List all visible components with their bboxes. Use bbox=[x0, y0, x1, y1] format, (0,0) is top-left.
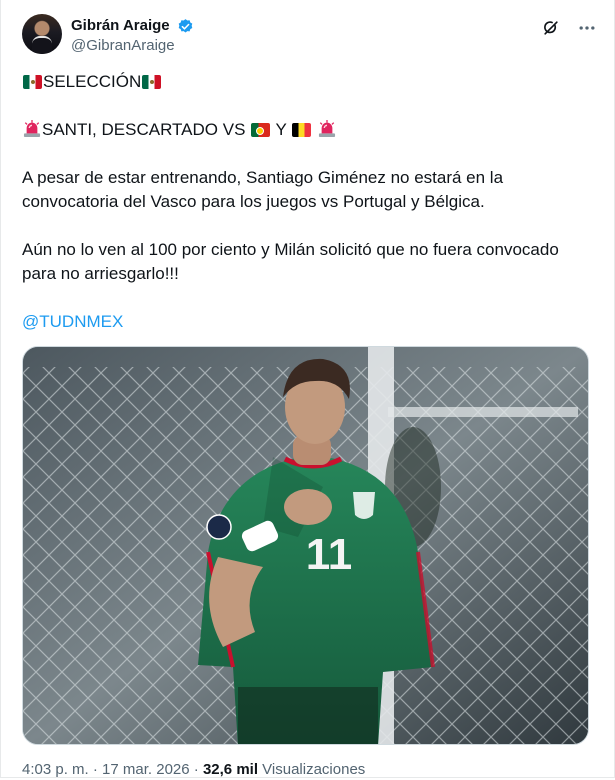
tweet-time[interactable]: 4:03 p. m. bbox=[22, 761, 89, 778]
tweet-text: SELECCIÓN SANTI, DESCARTADO VS Y A pesar… bbox=[22, 70, 592, 334]
tweet-photo[interactable]: 11 bbox=[22, 346, 589, 745]
author-handle[interactable]: @GibranAraige bbox=[71, 36, 194, 56]
avatar[interactable] bbox=[22, 14, 62, 54]
seleccion-label: SELECCIÓN bbox=[43, 72, 142, 91]
flag-mexico-icon bbox=[23, 75, 42, 89]
meta-separator: · bbox=[92, 761, 98, 778]
flag-portugal-icon bbox=[251, 123, 271, 137]
flag-mexico-icon bbox=[142, 75, 162, 89]
tweet-paragraph-2: Aún no lo ven al 100 por ciento y Milán … bbox=[22, 240, 564, 283]
author-display-name[interactable]: Gibrán Araige bbox=[71, 16, 170, 36]
player-photo: 11 bbox=[23, 347, 588, 744]
views-count: 32,6 mil bbox=[202, 761, 258, 778]
tweet-paragraph-1: A pesar de estar entrenando, Santiago Gi… bbox=[22, 168, 508, 211]
conjunction-y: Y bbox=[271, 120, 292, 139]
more-options-icon[interactable] bbox=[577, 18, 597, 38]
tweet-line-seleccion: SELECCIÓN bbox=[22, 70, 592, 94]
mention-link[interactable]: @TUDNMEX bbox=[22, 310, 592, 334]
tweet-header: Gibrán Araige @GibranAraige bbox=[22, 14, 597, 58]
descartado-text: SANTI, DESCARTADO VS bbox=[42, 120, 251, 139]
author-names: Gibrán Araige @GibranAraige bbox=[71, 16, 194, 56]
meta-separator: · bbox=[193, 761, 199, 778]
tweet-date[interactable]: 17 mar. 2026 bbox=[102, 761, 190, 778]
jersey-number: 11 bbox=[306, 530, 353, 579]
police-siren-icon bbox=[318, 120, 336, 137]
tweet-meta: 4:03 p. m. · 17 mar. 2026 · 32,6 mil Vis… bbox=[22, 760, 365, 780]
verified-badge-icon bbox=[178, 18, 193, 33]
views-label: Visualizaciones bbox=[262, 761, 366, 778]
grok-icon[interactable] bbox=[541, 18, 561, 38]
tweet-card: Gibrán Araige @GibranAraige SELECCIÓN SA… bbox=[0, 0, 615, 778]
tweet-line-descartado: SANTI, DESCARTADO VS Y bbox=[22, 118, 592, 142]
police-siren-icon bbox=[23, 120, 41, 137]
flag-belgium-icon bbox=[292, 123, 312, 137]
